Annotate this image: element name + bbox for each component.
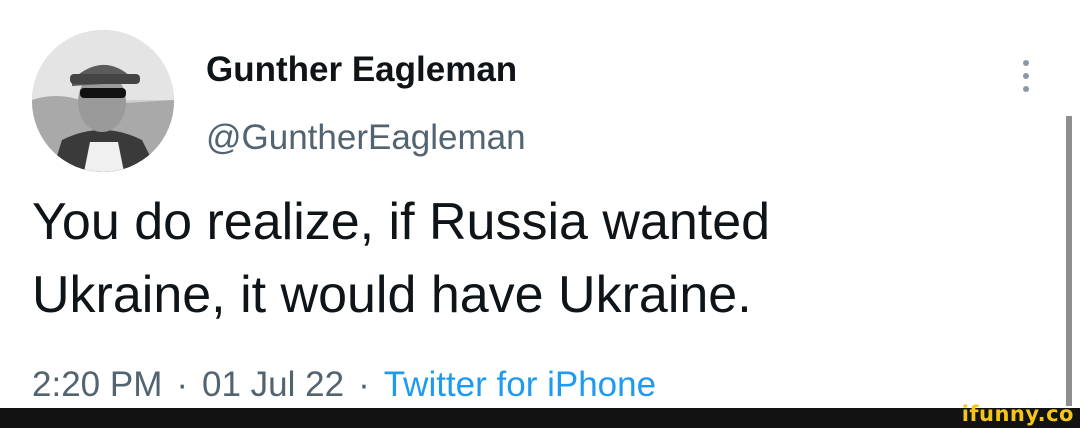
separator: ·: [358, 365, 370, 404]
tweet-text-line: Ukraine, it would have Ukraine.: [32, 266, 752, 324]
author-handle[interactable]: @GuntherEagleman: [206, 114, 526, 162]
tweet-metadata: 2:20 PM · 01 Jul 22 · Twitter for iPhone: [32, 362, 656, 408]
tweet-date[interactable]: 01 Jul 22: [202, 365, 344, 404]
avatar-photo: [32, 30, 174, 172]
tweet-time[interactable]: 2:20 PM: [32, 365, 162, 404]
more-vertical-icon-dot: [1023, 73, 1029, 79]
avatar[interactable]: [32, 30, 174, 172]
separator: ·: [176, 365, 189, 404]
watermark-logo: ifunny.co: [961, 402, 1074, 426]
scrollbar[interactable]: [1066, 116, 1072, 406]
tweet-text: You do realize, if Russia wanted Ukraine…: [32, 186, 1042, 332]
author-display-name[interactable]: Gunther Eagleman: [206, 46, 517, 94]
tweet-text-line: You do realize, if Russia wanted: [32, 193, 771, 251]
footer-bar: [0, 408, 1080, 428]
tweet-source-link[interactable]: Twitter for iPhone: [384, 365, 656, 404]
more-vertical-icon: [1023, 60, 1029, 66]
more-vertical-icon-dot: [1023, 86, 1029, 92]
more-options-button[interactable]: [1014, 58, 1038, 94]
